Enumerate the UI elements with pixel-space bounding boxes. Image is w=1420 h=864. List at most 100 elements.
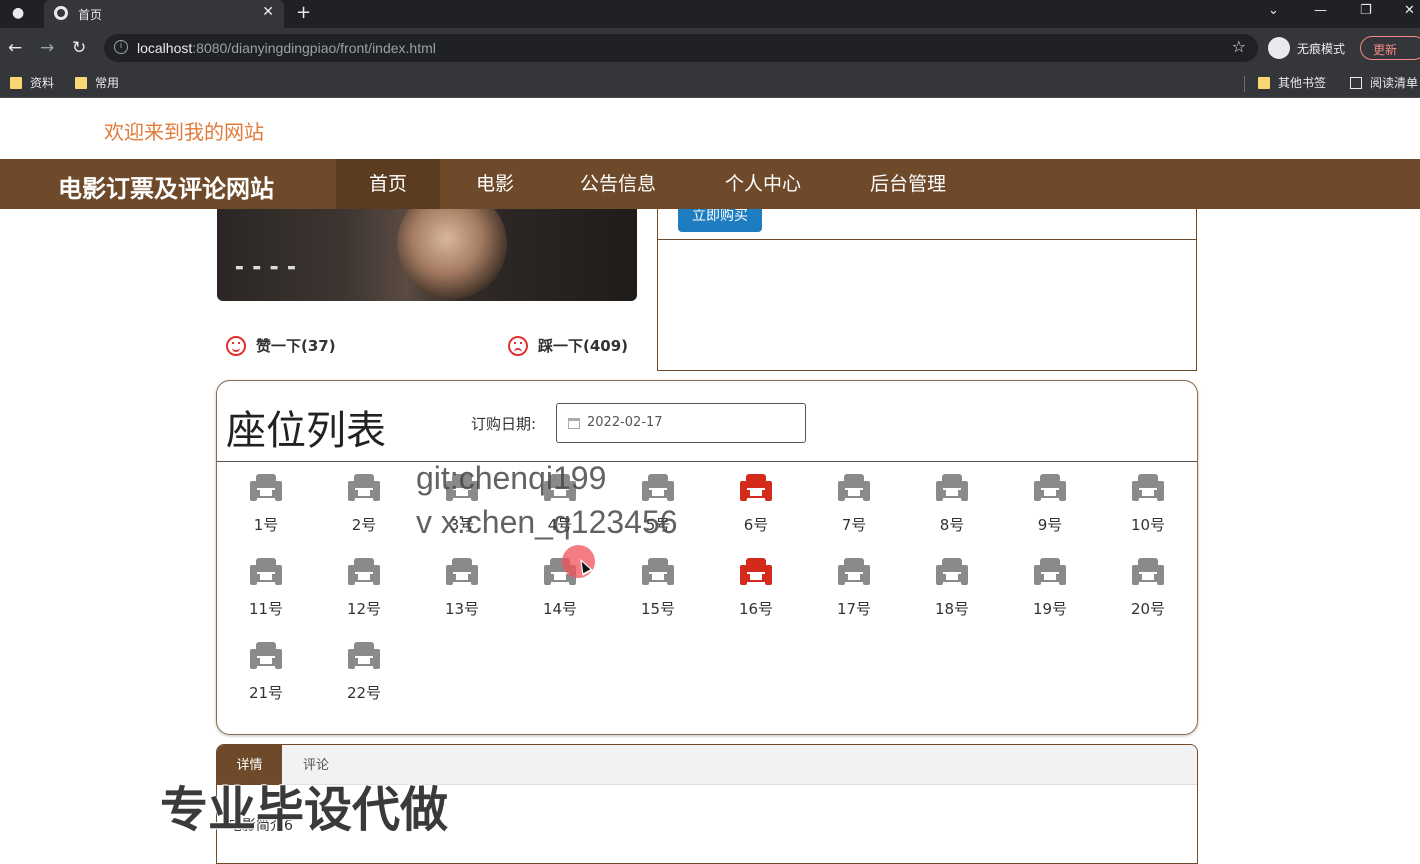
bookmarks-divider [1244,76,1245,92]
buy-now-button[interactable]: 立即购买 [678,209,762,232]
order-date-input[interactable]: 2022-02-17 [556,403,806,443]
seat-icon [838,474,870,501]
seat-label: 11号 [248,600,284,618]
seat-label: 14号 [542,600,578,618]
browser-menu-icon[interactable]: ● [12,5,24,21]
seat-2[interactable]: 2号 [334,462,394,534]
seat-icon [936,474,968,501]
folder-icon [75,77,87,89]
bookmark-folder-ziliao[interactable]: 资料 [10,74,54,91]
seat-label: 18号 [934,600,970,618]
address-bar[interactable]: i localhost:8080/dianyingdingpiao/front/… [104,34,1258,62]
watermark-wechat: v x:chen_q123456 [416,504,678,540]
reload-icon[interactable]: ↻ [72,38,86,58]
close-tab-icon[interactable]: ✕ [262,4,274,20]
seat-label: 13号 [444,600,480,618]
globe-icon [54,6,68,20]
forward-icon[interactable]: → [40,38,54,58]
dislike-count: 踩一下(409) [538,337,629,355]
seat-8[interactable]: 8号 [922,462,982,534]
seat-label: 16号 [738,600,774,618]
folder-icon [10,77,22,89]
incognito-icon [1268,37,1290,59]
seat-label: 7号 [841,516,867,534]
nav-user-center[interactable]: 个人中心 [704,159,822,209]
seat-icon [348,558,380,585]
minimize-icon[interactable]: — [1314,3,1327,18]
reading-list[interactable]: 阅读清单 [1350,74,1418,91]
folder-icon [1258,77,1270,89]
nav-movies[interactable]: 电影 [450,159,540,209]
like-count: 赞一下(37) [256,337,336,355]
seat-label: 8号 [939,516,965,534]
like-button[interactable]: 赞一下(37) [226,335,336,356]
seat-22[interactable]: 22号 [334,630,394,702]
seat-label: 20号 [1130,600,1166,618]
seat-icon [740,558,772,585]
seat-icon [838,558,870,585]
seat-20[interactable]: 20号 [1118,546,1178,618]
seat-label: 2号 [351,516,377,534]
welcome-text: 欢迎来到我的网站 [104,120,264,144]
tab-search-icon[interactable]: ⌄ [1268,3,1279,18]
seat-21[interactable]: 21号 [236,630,296,702]
update-button[interactable]: 更新 [1360,36,1420,60]
movie-poster: ▬ ▬ ▬ ▬ [217,209,637,301]
seat-16[interactable]: 16号 [726,546,786,618]
seat-icon [1132,474,1164,501]
site-title: 电影订票及评论网站 [58,175,274,203]
smile-icon [226,336,246,356]
site-navbar: 电影订票及评论网站 首页 电影 公告信息 个人中心 后台管理 [0,159,1420,209]
new-tab-icon[interactable]: + [296,2,311,23]
browser-tab-active[interactable]: 首页 ✕ [44,0,284,28]
seat-icon [250,642,282,669]
seat-10[interactable]: 10号 [1118,462,1178,534]
seat-7[interactable]: 7号 [824,462,884,534]
seat-icon [1034,558,1066,585]
seat-icon [642,558,674,585]
calendar-icon [568,418,580,429]
seat-label: 6号 [743,516,769,534]
browser-tab-bar: ● 首页 ✕ + ⌄ — ❐ ✕ [0,0,1420,28]
bookmark-folder-changyong[interactable]: 常用 [75,74,119,91]
seat-icon [1034,474,1066,501]
nav-admin[interactable]: 后台管理 [850,159,966,209]
site-info-icon[interactable]: i [114,40,128,54]
seat-label: 10号 [1130,516,1166,534]
other-bookmarks[interactable]: 其他书签 [1258,74,1326,91]
seat-label: 21号 [248,684,284,702]
poster-portrait [397,209,507,299]
seat-11[interactable]: 11号 [236,546,296,618]
reading-list-icon [1350,77,1362,89]
bookmark-star-icon[interactable]: ☆ [1232,37,1246,56]
restore-icon[interactable]: ❐ [1360,3,1372,18]
seat-icon [642,474,674,501]
seat-19[interactable]: 19号 [1020,546,1080,618]
order-date-label: 订购日期: [471,415,537,433]
frown-icon [508,336,528,356]
seat-15[interactable]: 15号 [628,546,688,618]
seat-6[interactable]: 6号 [726,462,786,534]
seat-icon [250,558,282,585]
seat-13[interactable]: 13号 [432,546,492,618]
seat-9[interactable]: 9号 [1020,462,1080,534]
incognito-label: 无痕模式 [1297,42,1346,56]
close-window-icon[interactable]: ✕ [1404,3,1415,18]
nav-announcements[interactable]: 公告信息 [560,159,676,209]
seat-1[interactable]: 1号 [236,462,296,534]
dislike-button[interactable]: 踩一下(409) [508,335,628,356]
seat-18[interactable]: 18号 [922,546,982,618]
order-date-value: 2022-02-17 [587,415,663,430]
seat-label: 12号 [346,600,382,618]
seat-label: 17号 [836,600,872,618]
seat-icon [348,474,380,501]
seat-icon [250,474,282,501]
seat-12[interactable]: 12号 [334,546,394,618]
seat-label: 1号 [253,516,279,534]
seat-17[interactable]: 17号 [824,546,884,618]
nav-home[interactable]: 首页 [336,159,440,209]
seat-icon [936,558,968,585]
seat-icon [348,642,380,669]
browser-tab-title: 首页 [78,8,103,22]
back-icon[interactable]: ← [8,38,22,58]
